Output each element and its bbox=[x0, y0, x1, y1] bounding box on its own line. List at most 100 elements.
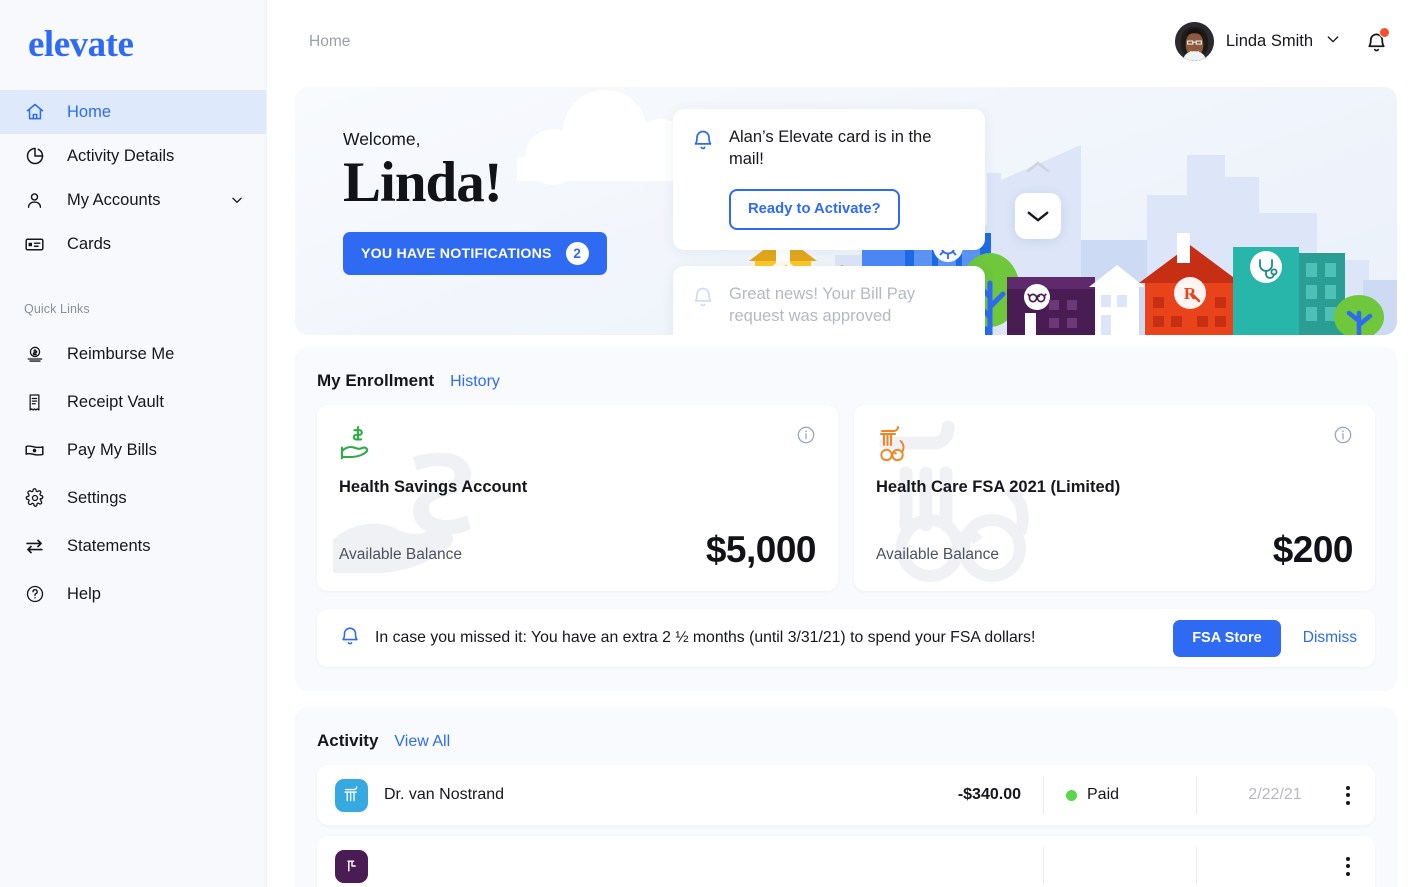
divider bbox=[1196, 776, 1197, 814]
pie-chart-icon bbox=[24, 146, 45, 167]
table-row[interactable] bbox=[317, 836, 1375, 887]
carousel-prev-button[interactable] bbox=[1015, 159, 1061, 193]
enrollment-header: My Enrollment History bbox=[317, 371, 1375, 391]
balance-amount: $200 bbox=[1272, 529, 1354, 570]
quick-links-nav: Reimburse Me Receipt Vault Pay My Bills … bbox=[0, 330, 266, 618]
notification-text: Alan’s Elevate card is in the mail! bbox=[729, 128, 932, 168]
balance-label: Available Balance bbox=[339, 546, 462, 563]
my-enrollment-panel: My Enrollment History Health Savings Acc… bbox=[295, 347, 1397, 691]
notification-badge-dot bbox=[1379, 26, 1390, 38]
sidebar-item-label: Settings bbox=[67, 488, 127, 507]
sidebar-item-cards[interactable]: Cards bbox=[0, 222, 266, 266]
bell-icon bbox=[339, 624, 361, 652]
sidebar-item-home[interactable]: Home bbox=[0, 90, 266, 134]
activity-view-all-link[interactable]: View All bbox=[394, 733, 450, 751]
chevron-down-icon[interactable] bbox=[1325, 31, 1341, 52]
sidebar-item-pay-my-bills[interactable]: Pay My Bills bbox=[0, 426, 266, 474]
sidebar-item-statements[interactable]: Statements bbox=[0, 522, 266, 570]
brand-logo[interactable]: elevate bbox=[0, 0, 266, 63]
fsa-banner-actions: FSA Store Dismiss bbox=[1173, 619, 1357, 657]
kebab-menu-icon[interactable] bbox=[1331, 856, 1365, 876]
account-card-top bbox=[339, 425, 816, 461]
balance-amount: $5,000 bbox=[705, 529, 817, 570]
sidebar: elevate Home Activity Details My Account… bbox=[0, 0, 267, 887]
info-icon[interactable] bbox=[1333, 425, 1353, 450]
carousel-next-button[interactable] bbox=[1015, 193, 1061, 239]
welcome-hero: Welcome, Linda! YOU HAVE NOTIFICATIONS 2… bbox=[295, 87, 1397, 335]
dismiss-link[interactable]: Dismiss bbox=[1303, 629, 1357, 647]
you-have-notifications-button[interactable]: YOU HAVE NOTIFICATIONS 2 bbox=[343, 232, 607, 276]
fsa-reminder-banner: In case you missed it: You have an extra… bbox=[317, 609, 1375, 667]
sidebar-item-receipt-vault[interactable]: Receipt Vault bbox=[0, 378, 266, 426]
status-dot-icon bbox=[1066, 789, 1077, 801]
pharmacy-icon bbox=[335, 849, 368, 883]
sidebar-item-settings[interactable]: Settings bbox=[0, 474, 266, 522]
breadcrumb[interactable]: Home bbox=[309, 33, 350, 51]
top-bar-right: Linda Smith bbox=[1174, 22, 1390, 61]
top-bar: Home Linda Smith bbox=[267, 0, 1417, 83]
account-card-top bbox=[876, 425, 1353, 462]
main-content: Home Linda Smith Welcome, Linda! YOU HAV… bbox=[267, 0, 1417, 887]
divider bbox=[1043, 847, 1044, 885]
sidebar-item-help[interactable]: Help bbox=[0, 570, 266, 618]
avatar bbox=[1174, 22, 1214, 61]
notification-card-bill-pay-approved[interactable]: Great news! Your Bill Pay request was ap… bbox=[673, 265, 985, 335]
primary-nav: Home Activity Details My Accounts Cards bbox=[0, 90, 266, 266]
sidebar-item-label: Reimburse Me bbox=[67, 344, 175, 363]
sidebar-item-reimburse-me[interactable]: Reimburse Me bbox=[0, 330, 266, 378]
money-circle-icon bbox=[24, 344, 45, 365]
question-circle-icon bbox=[24, 584, 45, 605]
receipt-icon bbox=[24, 392, 45, 413]
transfer-arrows-icon bbox=[24, 536, 45, 557]
person-icon bbox=[24, 190, 45, 211]
notification-bell-icon[interactable] bbox=[1363, 26, 1390, 56]
notification-body: Great news! Your Bill Pay request was ap… bbox=[729, 284, 965, 328]
notifications-button-label: YOU HAVE NOTIFICATIONS bbox=[361, 245, 552, 262]
svg-text:R: R bbox=[1184, 284, 1197, 303]
toothbrush-icon bbox=[335, 778, 368, 812]
activity-header: Activity View All bbox=[317, 731, 1375, 751]
sidebar-item-label: Help bbox=[67, 584, 101, 603]
enrollment-title: My Enrollment bbox=[317, 371, 435, 390]
gear-icon bbox=[24, 488, 45, 509]
fsa-banner-text: In case you missed it: You have an extra… bbox=[375, 629, 1036, 646]
user-name: Linda Smith bbox=[1225, 32, 1313, 50]
notification-text: Great news! Your Bill Pay request was ap… bbox=[729, 284, 916, 325]
balance-label: Available Balance bbox=[876, 546, 999, 563]
account-card-health-care-fsa[interactable]: Health Care FSA 2021 (Limited) Available… bbox=[854, 405, 1375, 591]
banknote-icon bbox=[24, 440, 45, 461]
app-root: elevate Home Activity Details My Account… bbox=[0, 0, 1417, 887]
ready-to-activate-button[interactable]: Ready to Activate? bbox=[729, 188, 900, 230]
hero-notification-stack: Alan’s Elevate card is in the mail! Read… bbox=[673, 109, 985, 335]
sidebar-item-label: Activity Details bbox=[67, 146, 175, 165]
sidebar-item-label: Receipt Vault bbox=[67, 392, 164, 411]
status-badge: Paid bbox=[1066, 786, 1174, 804]
account-card-health-savings-account[interactable]: Health Savings Account Available Balance… bbox=[317, 405, 838, 591]
card-icon bbox=[24, 234, 45, 255]
divider bbox=[1043, 776, 1044, 814]
hand-holding-dollar-icon bbox=[339, 425, 379, 461]
notification-card-card-in-mail[interactable]: Alan’s Elevate card is in the mail! Read… bbox=[673, 109, 985, 250]
table-row[interactable]: Dr. van Nostrand -$340.00 Paid 2/22/21 bbox=[317, 765, 1375, 825]
enrollment-history-link[interactable]: History bbox=[450, 373, 500, 391]
account-name: Health Savings Account bbox=[339, 478, 528, 496]
notification-body: Alan’s Elevate card is in the mail! Read… bbox=[729, 127, 965, 230]
bell-icon bbox=[691, 127, 715, 230]
account-cards: Health Savings Account Available Balance… bbox=[317, 405, 1375, 591]
user-menu[interactable]: Linda Smith bbox=[1174, 22, 1341, 61]
sidebar-item-activity-details[interactable]: Activity Details bbox=[0, 134, 266, 178]
sidebar-item-label: My Accounts bbox=[67, 190, 161, 209]
sidebar-item-label: Statements bbox=[67, 536, 151, 555]
quick-links-heading: Quick Links bbox=[24, 302, 90, 316]
info-icon[interactable] bbox=[796, 425, 816, 450]
activity-merchant: Dr. van Nostrand bbox=[384, 786, 505, 803]
toothbrush-glasses-icon bbox=[876, 425, 916, 462]
account-balance-row: Available Balance $200 bbox=[876, 529, 1354, 571]
kebab-menu-icon[interactable] bbox=[1331, 785, 1365, 805]
fsa-store-button[interactable]: FSA Store bbox=[1173, 619, 1281, 657]
sidebar-item-my-accounts[interactable]: My Accounts bbox=[0, 178, 266, 222]
status-label: Paid bbox=[1087, 786, 1120, 803]
sidebar-item-label: Cards bbox=[67, 234, 112, 253]
divider bbox=[1196, 847, 1197, 885]
chevron-down-icon[interactable] bbox=[230, 193, 244, 207]
